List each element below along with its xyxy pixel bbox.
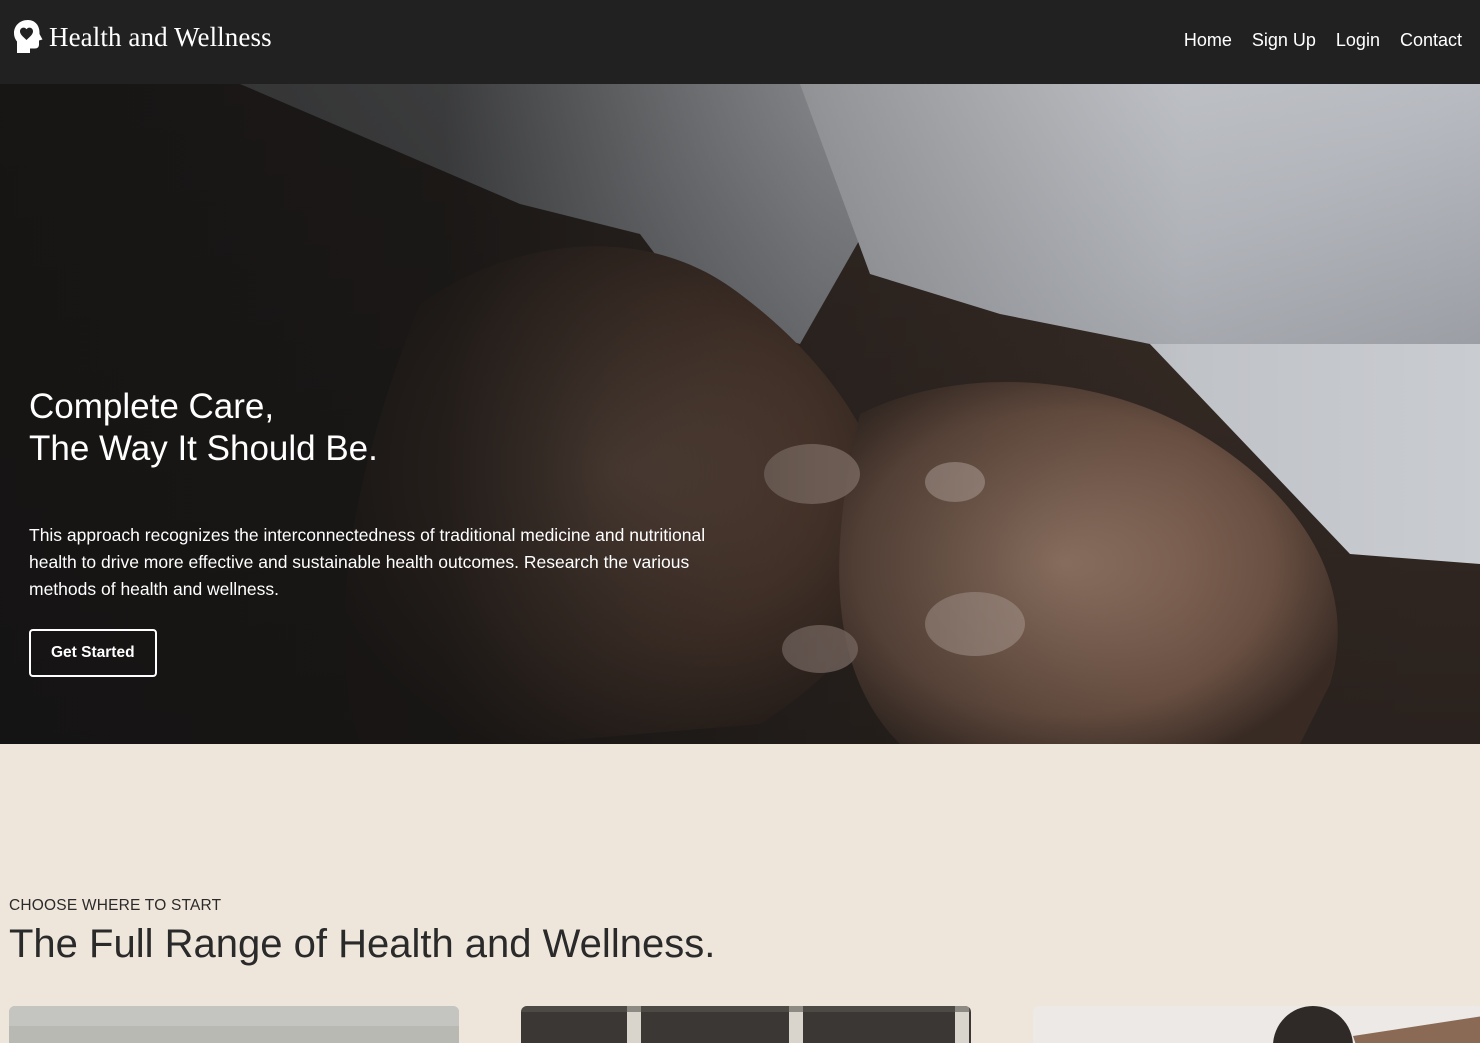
top-navbar: Health and Wellness Home Sign Up Login C… bbox=[0, 0, 1480, 84]
services-section: CHOOSE WHERE TO START The Full Range of … bbox=[0, 744, 1480, 1043]
brand-name: Health and Wellness bbox=[49, 21, 272, 52]
head-heart-icon bbox=[14, 20, 43, 53]
brand-logo-link[interactable]: Health and Wellness bbox=[13, 19, 272, 55]
service-card-3-image bbox=[1033, 1006, 1480, 1043]
get-started-button[interactable]: Get Started bbox=[29, 629, 157, 677]
nav-link-contact[interactable]: Contact bbox=[1400, 29, 1462, 51]
nav-link-login[interactable]: Login bbox=[1336, 29, 1380, 51]
hero-section: Complete Care, The Way It Should Be. Thi… bbox=[0, 84, 1480, 744]
hero-description: This approach recognizes the interconnec… bbox=[29, 525, 706, 599]
hero-content: Complete Care, The Way It Should Be. Thi… bbox=[29, 386, 749, 677]
main-nav: Home Sign Up Login Contact bbox=[1184, 29, 1462, 51]
nav-link-home[interactable]: Home bbox=[1184, 29, 1232, 51]
service-card-2[interactable] bbox=[521, 1006, 971, 1043]
hero-title: Complete Care, The Way It Should Be. bbox=[29, 386, 749, 470]
hero-title-line-2: The Way It Should Be. bbox=[29, 429, 378, 468]
nav-link-sign-up[interactable]: Sign Up bbox=[1252, 29, 1316, 51]
service-card-2-image bbox=[521, 1006, 971, 1043]
service-card-1-image bbox=[9, 1006, 459, 1043]
service-card-1[interactable] bbox=[9, 1006, 459, 1043]
section-eyebrow: CHOOSE WHERE TO START bbox=[9, 897, 222, 914]
section-title: The Full Range of Health and Wellness. bbox=[9, 922, 716, 966]
service-card-3[interactable] bbox=[1033, 1006, 1480, 1043]
hero-title-line-1: Complete Care, bbox=[29, 387, 275, 426]
